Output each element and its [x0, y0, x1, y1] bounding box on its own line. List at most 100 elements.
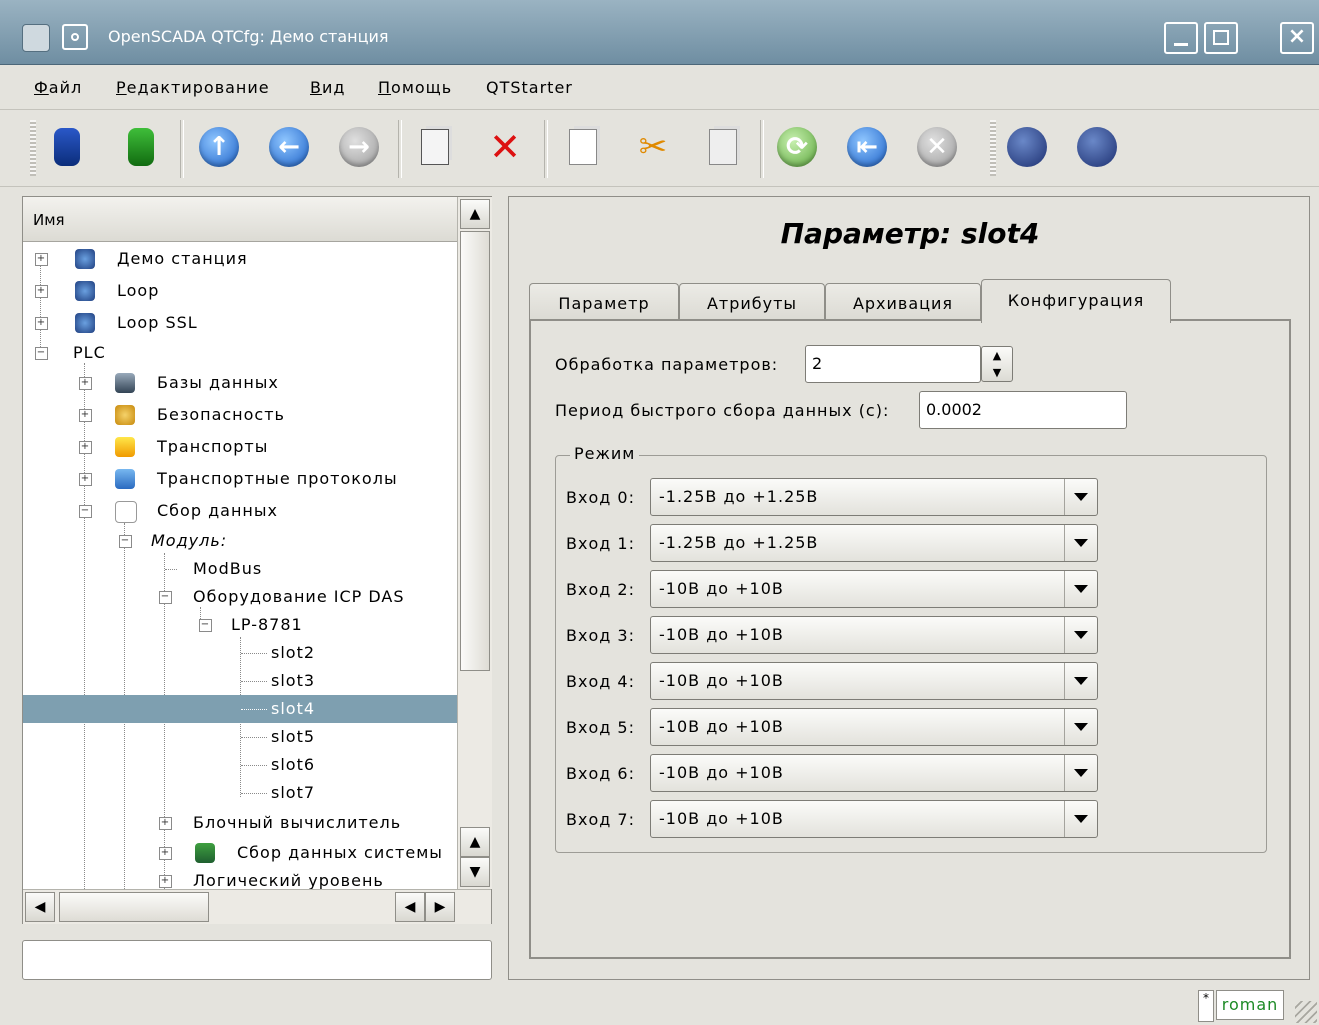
tree-item[interactable]: − Сбор данных — [23, 497, 457, 525]
tree-item[interactable]: slot3 — [23, 667, 457, 695]
tree-item[interactable]: slot5 — [23, 723, 457, 751]
delete-item-icon[interactable]: ✕ — [482, 124, 528, 170]
paste-icon[interactable] — [700, 124, 746, 170]
tree-item[interactable]: − PLC — [23, 339, 457, 367]
add-item-icon[interactable] — [412, 124, 458, 170]
cut-icon[interactable]: ✂ — [630, 124, 676, 170]
input-4-label: Вход 4: — [566, 672, 635, 691]
input-5-range-select[interactable]: -10В до +10В — [650, 708, 1098, 746]
input-6-range-select[interactable]: -10В до +10В — [650, 754, 1098, 792]
toolbar-separator — [398, 120, 402, 178]
scroll-up-icon[interactable]: ▲ — [460, 827, 490, 857]
tab-configuration[interactable]: Конфигурация — [981, 279, 1171, 323]
chevron-down-icon[interactable] — [1064, 525, 1097, 561]
forward-icon[interactable]: → — [336, 124, 382, 170]
tree-hscroll-thumb[interactable] — [59, 892, 209, 922]
tree-item[interactable]: + Базы данных — [23, 369, 457, 397]
title-bar[interactable]: OpenSCADA QTCfg: Демо станция × — [0, 0, 1319, 65]
proc-params-stepper[interactable]: ▲ ▼ — [981, 346, 1013, 382]
toolbar-grip[interactable] — [30, 120, 36, 176]
refresh-icon[interactable]: ⟳ — [774, 124, 820, 170]
menu-edit[interactable]: Редактирование — [116, 78, 270, 97]
spin-up-icon[interactable]: ▲ — [982, 347, 1012, 364]
tree-item[interactable]: + Безопасность — [23, 401, 457, 429]
toolbar-grip[interactable] — [990, 120, 996, 176]
input-3-range-select[interactable]: -10В до +10В — [650, 616, 1098, 654]
tab-attributes[interactable]: Атрибуты — [679, 283, 825, 323]
mode-group: Режим Вход 0: -1.25В до +1.25В Вход 1: -… — [555, 444, 1267, 853]
menu-qtstarter[interactable]: QTStarter — [486, 78, 573, 97]
input-7-range-select[interactable]: -10В до +10В — [650, 800, 1098, 838]
tree-hscrollbar[interactable]: ◀ ◀ ▶ — [23, 889, 491, 924]
back-icon[interactable]: ← — [266, 124, 312, 170]
keyboard-indicator[interactable]: * — [1198, 990, 1214, 1022]
tree-item[interactable]: slot6 — [23, 751, 457, 779]
input-6-label: Вход 6: — [566, 764, 635, 783]
db-save-icon[interactable] — [118, 124, 164, 170]
tree-header-name[interactable]: Имя — [23, 197, 457, 242]
chevron-down-icon[interactable] — [1064, 571, 1097, 607]
tree-item[interactable]: slot7 — [23, 779, 457, 807]
input-2-range-select[interactable]: -10В до +10В — [650, 570, 1098, 608]
scroll-left-icon[interactable]: ◀ — [25, 892, 55, 922]
tree-vscrollbar[interactable]: ▲ ▲ ▼ — [457, 197, 492, 889]
tree-item[interactable]: − LP-8781 — [23, 611, 457, 639]
status-message-field[interactable] — [22, 940, 492, 980]
chevron-down-icon[interactable] — [1064, 663, 1097, 699]
scroll-up-icon[interactable]: ▲ — [460, 199, 490, 229]
spin-down-icon[interactable]: ▼ — [982, 364, 1012, 381]
start-icon[interactable]: ⇤ — [844, 124, 890, 170]
copy-icon[interactable] — [560, 124, 606, 170]
tree-item[interactable]: + Демо станция — [23, 245, 457, 273]
tree-item[interactable]: + Логический уровень — [23, 867, 457, 889]
tree-item[interactable]: + Сбор данных системы — [23, 839, 457, 867]
chevron-down-icon[interactable] — [1064, 709, 1097, 745]
tab-archiving[interactable]: Архивация — [825, 283, 981, 323]
tree-item-selected[interactable]: slot4 — [23, 695, 457, 723]
input-7-label: Вход 7: — [566, 810, 635, 829]
up-icon[interactable]: ↑ — [196, 124, 242, 170]
tree-vscroll-thumb[interactable] — [460, 231, 490, 671]
tree-item[interactable]: + Loop SSL — [23, 309, 457, 337]
toolbar-separator — [180, 120, 184, 178]
tree-item[interactable]: slot2 — [23, 639, 457, 667]
input-5-label: Вход 5: — [566, 718, 635, 737]
resize-grip-icon[interactable] — [1295, 1001, 1317, 1023]
input-0-range-select[interactable]: -1.25В до +1.25В — [650, 478, 1098, 516]
tree-item[interactable]: − Модуль: — [23, 527, 457, 555]
content-panel: Параметр: slot4 Параметр Атрибуты Архива… — [508, 196, 1310, 980]
scroll-left-icon[interactable]: ◀ — [395, 892, 425, 922]
menu-help[interactable]: Помощь — [378, 78, 452, 97]
disconnect-icon[interactable] — [1074, 124, 1120, 170]
tree-item[interactable]: + Блочный вычислитель — [23, 809, 457, 837]
input-1-range-select[interactable]: -1.25В до +1.25В — [650, 524, 1098, 562]
maximize-button[interactable] — [1204, 22, 1238, 54]
tree-item[interactable]: + Транспорты — [23, 433, 457, 461]
tree-item[interactable]: ModBus — [23, 555, 457, 583]
scroll-right-icon[interactable]: ▶ — [425, 892, 455, 922]
scroll-down-icon[interactable]: ▼ — [460, 857, 490, 887]
stop-icon[interactable]: ✕ — [914, 124, 960, 170]
chevron-down-icon[interactable] — [1064, 617, 1097, 653]
chevron-down-icon[interactable] — [1064, 801, 1097, 837]
tree-item[interactable]: + Loop — [23, 277, 457, 305]
connect-icon[interactable] — [1004, 124, 1050, 170]
user-indicator[interactable]: roman — [1216, 990, 1284, 1020]
fast-period-input[interactable]: 0.0002 — [919, 391, 1127, 429]
toolbar-separator — [760, 120, 764, 178]
tab-parameter[interactable]: Параметр — [529, 283, 679, 323]
close-button[interactable]: × — [1280, 22, 1314, 54]
tree-item[interactable]: − Оборудование ICP DAS — [23, 583, 457, 611]
minimize-button[interactable] — [1164, 22, 1198, 54]
chevron-down-icon[interactable] — [1064, 755, 1097, 791]
tree-item[interactable]: + Транспортные протоколы — [23, 465, 457, 493]
input-4-range-select[interactable]: -10В до +10В — [650, 662, 1098, 700]
proc-params-spinbox[interactable]: 2 — [805, 345, 981, 383]
navigation-tree[interactable]: Имя + Демо станция + Loop + Loop SSL − P… — [22, 196, 492, 924]
chevron-down-icon[interactable] — [1064, 479, 1097, 515]
app-icon[interactable] — [22, 24, 50, 52]
menu-file[interactable]: Файл — [34, 78, 82, 97]
menu-view[interactable]: Вид — [310, 78, 345, 97]
window-menu-icon[interactable] — [62, 24, 88, 50]
db-load-icon[interactable] — [44, 124, 90, 170]
